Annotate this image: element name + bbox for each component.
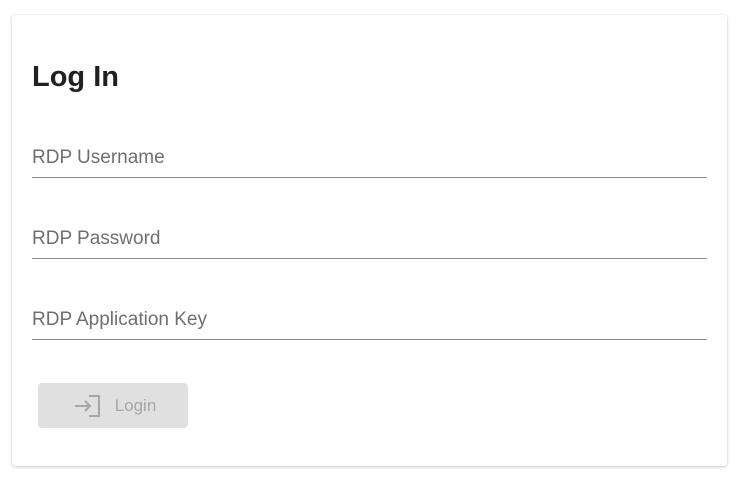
username-field[interactable]: RDP Username xyxy=(32,147,707,178)
application-key-field[interactable]: RDP Application Key xyxy=(32,309,707,340)
page-title: Log In xyxy=(32,61,119,93)
password-field[interactable]: RDP Password xyxy=(32,228,707,259)
login-icon xyxy=(74,394,101,418)
password-input[interactable] xyxy=(32,228,707,258)
username-input[interactable] xyxy=(32,147,707,177)
login-button[interactable]: Login xyxy=(38,383,188,428)
application-key-input[interactable] xyxy=(32,309,707,339)
login-card: Log In RDP Username RDP Password RDP App… xyxy=(12,15,727,466)
login-button-label: Login xyxy=(114,395,157,415)
